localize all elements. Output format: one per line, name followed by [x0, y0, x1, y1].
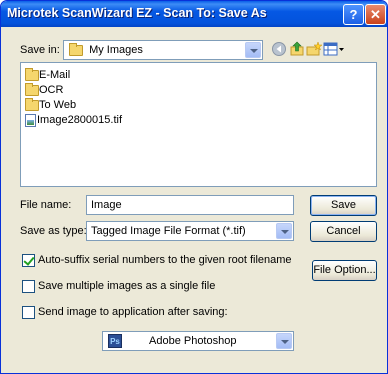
- file-name-label: File name:: [20, 199, 72, 211]
- photoshop-icon: Ps: [108, 334, 122, 348]
- auto-suffix-label: Auto-suffix serial numbers to the given …: [38, 254, 292, 266]
- file-name-value: Image: [91, 199, 122, 211]
- file-name-field[interactable]: Image: [86, 195, 294, 215]
- cancel-button[interactable]: Cancel: [310, 221, 377, 242]
- application-combobox[interactable]: Ps Adobe Photoshop: [102, 331, 294, 351]
- title-bar[interactable]: Microtek ScanWizard EZ - Scan To: Save A…: [1, 1, 387, 27]
- save-multiple-label: Save multiple images as a single file: [38, 280, 216, 292]
- folder-icon: [69, 42, 83, 56]
- tif-file-icon: [25, 113, 36, 127]
- application-value: Adobe Photoshop: [149, 335, 237, 347]
- save-as-dialog: Microtek ScanWizard EZ - Scan To: Save A…: [0, 0, 388, 374]
- save-in-value: My Images: [89, 44, 143, 56]
- view-menu-icon[interactable]: [323, 41, 345, 57]
- file-list[interactable]: E-Mail OCR To Web Image2800015.tif: [20, 62, 377, 187]
- chevron-down-icon[interactable]: [245, 42, 261, 58]
- auto-suffix-checkbox[interactable]: [22, 254, 35, 267]
- folder-icon: [25, 82, 39, 96]
- folder-icon: [25, 97, 39, 111]
- save-in-combobox[interactable]: My Images: [63, 40, 263, 60]
- close-button[interactable]: ✕: [365, 4, 386, 25]
- save-as-type-label: Save as type:: [20, 225, 87, 237]
- up-folder-icon[interactable]: [289, 41, 305, 57]
- window-title: Microtek ScanWizard EZ - Scan To: Save A…: [7, 6, 267, 20]
- list-item-label: E-Mail: [39, 69, 71, 82]
- list-item-label: Image2800015.tif: [37, 114, 123, 127]
- list-item-label: OCR: [39, 84, 64, 97]
- file-option-button[interactable]: File Option...: [312, 260, 377, 281]
- send-to-application-label: Send image to application after saving:: [38, 306, 228, 318]
- list-item[interactable]: OCR: [25, 82, 64, 97]
- folder-icon: [25, 67, 39, 81]
- save-as-type-value: Tagged Image File Format (*.tif): [91, 225, 246, 237]
- save-as-type-combobox[interactable]: Tagged Image File Format (*.tif): [86, 221, 294, 241]
- new-folder-icon[interactable]: [306, 41, 322, 57]
- list-item-label: To Web: [39, 99, 77, 112]
- list-item[interactable]: Image2800015.tif: [25, 113, 122, 127]
- list-item[interactable]: E-Mail: [25, 67, 71, 82]
- save-multiple-checkbox[interactable]: [22, 280, 35, 293]
- list-item[interactable]: To Web: [25, 97, 77, 112]
- back-icon[interactable]: [271, 41, 287, 57]
- save-button[interactable]: Save: [310, 195, 377, 216]
- chevron-down-icon[interactable]: [276, 223, 292, 239]
- help-button[interactable]: ?: [343, 4, 364, 25]
- save-in-label: Save in:: [20, 44, 60, 56]
- send-to-application-checkbox[interactable]: [22, 306, 35, 319]
- chevron-down-icon[interactable]: [276, 333, 292, 349]
